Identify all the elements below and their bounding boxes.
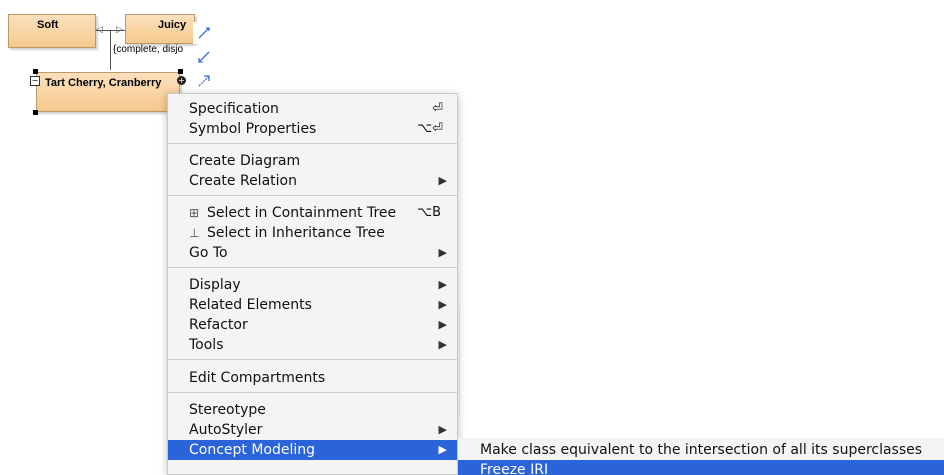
generalization-line [110, 30, 111, 70]
menu-separator [168, 392, 457, 393]
menu-item-specification[interactable]: Specification ⏎ [168, 99, 457, 119]
collapse-icon[interactable]: − [30, 76, 40, 86]
generalization-arrow-icon: ▷ [116, 25, 123, 35]
menu-item-label: Select in Containment Tree [207, 205, 397, 221]
menu-item-label: Select in Inheritance Tree [207, 225, 385, 241]
inheritance-tree-icon: ⊥ [189, 226, 200, 240]
submenu-arrow-icon: ▶ [438, 174, 447, 187]
context-menu: Specification ⏎ Symbol Properties ⌥⏎ Cre… [167, 93, 458, 475]
submenu-arrow-icon: ▶ [438, 443, 447, 456]
menu-item-stereotype[interactable]: Stereotype [168, 400, 457, 420]
menu-item-label: Edit Compartments [189, 370, 326, 386]
menu-item-display[interactable]: Display ▶ [168, 275, 457, 295]
containment-tree-icon: ⊞ [189, 206, 200, 220]
class-name: Tart Cherry, Cranberry [45, 77, 162, 89]
menu-item-autostyler[interactable]: AutoStyler ▶ [168, 420, 457, 440]
menu-item-select-in-inheritance-tree[interactable]: ⊥ Select in Inheritance Tree [168, 223, 457, 243]
menu-item-edit-compartments[interactable]: Edit Compartments [168, 368, 457, 388]
menu-item-label: Concept Modeling [189, 442, 316, 458]
generalization-set-label: {complete, disjo [113, 44, 184, 55]
selection-handle[interactable] [33, 110, 38, 115]
menu-item-label: AutoStyler [189, 422, 263, 438]
class-tart-cherry-cranberry[interactable]: Tart Cherry, Cranberry [36, 72, 180, 112]
class-soft[interactable]: Soft [8, 14, 96, 48]
submenu-item-freeze-iri[interactable]: Freeze IRI [458, 460, 944, 475]
menu-item-label: Freeze IRI [480, 462, 549, 475]
class-juicy[interactable]: Juicy [125, 14, 195, 44]
menu-item-refactor[interactable]: Refactor ▶ [168, 315, 457, 335]
menu-item-label: Go To [189, 245, 228, 261]
create-relation-icon[interactable] [193, 22, 215, 44]
shortcut-label: ⌥B [417, 205, 441, 220]
submenu-arrow-icon: ▶ [438, 423, 447, 436]
menu-item-tools[interactable]: Tools ▶ [168, 335, 457, 355]
menu-separator [168, 267, 457, 268]
submenu-arrow-icon: ▶ [438, 298, 447, 311]
menu-item-related-elements[interactable]: Related Elements ▶ [168, 295, 457, 315]
menu-item-label: Related Elements [189, 297, 312, 313]
submenu-arrow-icon: ▶ [438, 318, 447, 331]
expand-icon[interactable]: + [177, 76, 186, 85]
submenu-arrow-icon: ▶ [438, 338, 447, 351]
selection-handle[interactable] [33, 69, 38, 74]
association-icon[interactable] [193, 46, 215, 68]
submenu-arrow-icon: ▶ [438, 246, 447, 259]
menu-item-label: Stereotype [189, 402, 266, 418]
menu-item-create-relation[interactable]: Create Relation ▶ [168, 171, 457, 191]
menu-item-label: Specification [189, 101, 279, 117]
menu-item-label: Tools [189, 337, 224, 353]
menu-item-label: Make class equivalent to the intersectio… [480, 442, 923, 458]
shortcut-label: ⏎ [432, 101, 443, 116]
generalization-arrow-icon: ◁ [96, 25, 103, 35]
menu-separator [168, 143, 457, 144]
menu-item-concept-modeling[interactable]: Concept Modeling ▶ [168, 440, 457, 460]
dependency-icon[interactable] [193, 70, 215, 92]
class-name: Juicy [158, 19, 187, 31]
shortcut-label: ⌥⏎ [417, 121, 443, 136]
concept-modeling-submenu: Make class equivalent to the intersectio… [458, 438, 944, 475]
selection-handle[interactable] [178, 69, 183, 74]
menu-item-create-diagram[interactable]: Create Diagram [168, 151, 457, 171]
menu-item-label: Refactor [189, 317, 248, 333]
menu-separator [168, 195, 457, 196]
menu-item-label: Create Diagram [189, 153, 301, 169]
class-name: Soft [37, 19, 59, 31]
menu-item-go-to[interactable]: Go To ▶ [168, 243, 457, 263]
menu-separator [168, 359, 457, 360]
submenu-arrow-icon: ▶ [438, 278, 447, 291]
menu-item-symbol-properties[interactable]: Symbol Properties ⌥⏎ [168, 119, 457, 139]
menu-item-select-in-containment-tree[interactable]: ⊞ Select in Containment Tree ⌥B [168, 203, 457, 223]
submenu-item-make-class-equivalent[interactable]: Make class equivalent to the intersectio… [458, 440, 944, 460]
menu-item-label: Display [189, 277, 241, 293]
menu-item-label: Symbol Properties [189, 121, 317, 137]
menu-item-label: Create Relation [189, 173, 297, 189]
